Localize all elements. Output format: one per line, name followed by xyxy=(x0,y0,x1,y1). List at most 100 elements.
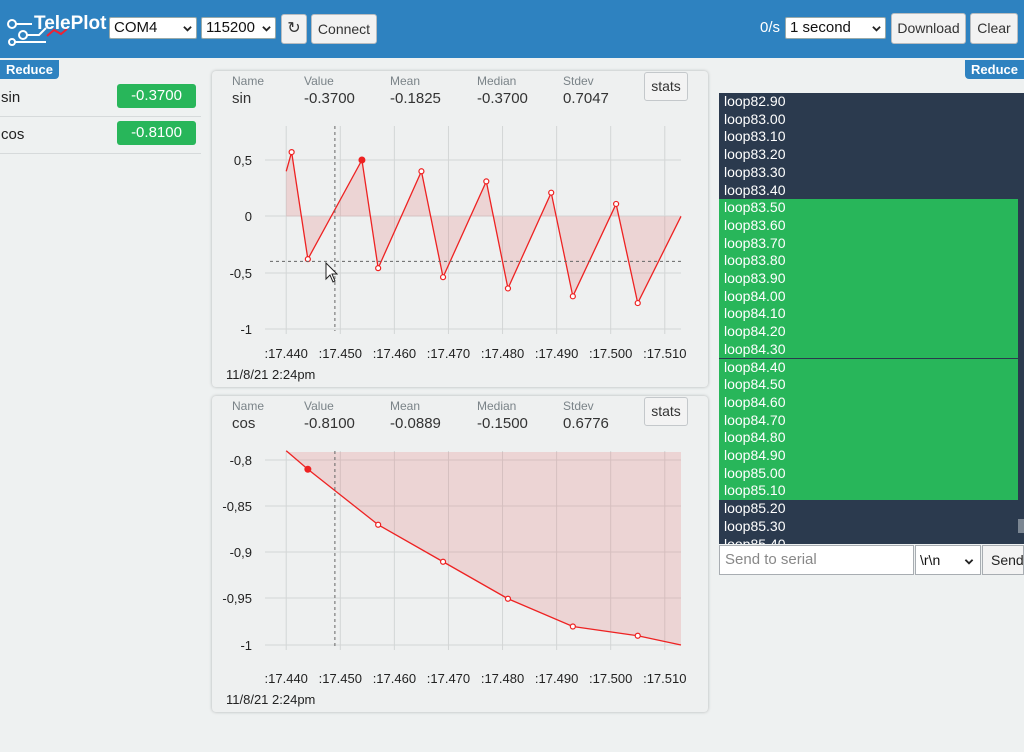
data-point xyxy=(634,632,641,639)
console-line: loop85.10 xyxy=(719,482,1018,501)
data-point xyxy=(288,149,295,156)
chevron-down-icon xyxy=(183,26,192,32)
y-tick-label: 0,5 xyxy=(234,153,252,168)
data-point xyxy=(418,168,425,175)
port-value: COM4 xyxy=(114,19,158,36)
data-point xyxy=(375,265,382,272)
x-tick-label: :17.460 xyxy=(373,346,416,361)
data-point xyxy=(439,558,447,565)
port-select[interactable]: COM4 xyxy=(109,17,197,39)
refresh-icon: ↻ xyxy=(287,20,301,37)
top-bar: TelePlot COM4 115200 ↻ Connect 0/s 1 sec… xyxy=(0,0,1024,58)
console-line: loop83.70 xyxy=(719,234,1018,253)
chevron-down-icon xyxy=(964,559,974,565)
y-tick-label: -0,9 xyxy=(230,545,252,560)
y-tick-label: -1 xyxy=(240,638,252,653)
download-button[interactable]: Download xyxy=(891,13,966,44)
console-line: loop83.40 xyxy=(724,181,786,198)
refresh-button[interactable]: ↻ xyxy=(281,14,307,44)
line-ending-value: \r\n xyxy=(920,552,941,568)
console-line: loop84.50 xyxy=(719,376,1018,394)
logo-text: TelePlot xyxy=(34,13,107,34)
x-tick-label: :17.510 xyxy=(643,671,686,686)
interval-value: 1 second xyxy=(790,19,851,36)
console-line: loop83.60 xyxy=(719,216,1018,235)
data-point xyxy=(375,521,382,528)
console-line: loop82.90 xyxy=(724,93,786,109)
x-tick-label: :17.480 xyxy=(481,671,524,686)
chevron-down-icon xyxy=(262,26,271,32)
variable-row-sin[interactable]: sin -0.3700 xyxy=(0,80,201,117)
series-area xyxy=(286,450,681,645)
message-rate: 0/s xyxy=(760,19,781,36)
console-line: loop83.20 xyxy=(724,146,786,163)
console-line: loop84.20 xyxy=(719,323,1018,341)
line-ending-select[interactable]: \r\n xyxy=(915,545,981,575)
console-line: loop83.10 xyxy=(724,128,786,145)
series-line xyxy=(285,151,682,306)
variable-row-cos[interactable]: cos -0.8100 xyxy=(0,117,201,154)
x-tick-label: :17.450 xyxy=(319,346,362,361)
chart-panel-sin: Name Value Mean Median Stdev sin -0.3700… xyxy=(212,71,708,387)
console-line: loop84.00 xyxy=(719,287,1018,306)
console-line: loop85.20 xyxy=(724,500,786,517)
console-line: loop84.30 xyxy=(719,340,1018,359)
console-line: loop83.30 xyxy=(724,163,786,180)
y-tick-label: 0 xyxy=(245,209,252,224)
console-line: loop83.80 xyxy=(719,252,1018,270)
y-tick-label: -1 xyxy=(240,322,252,337)
y-tick-label: -0,85 xyxy=(222,499,252,514)
cos-chart[interactable]: :17.440 :17.450 :17.460 :17.470 :17.480 :17.4… xyxy=(212,396,708,692)
baud-select[interactable]: 115200 xyxy=(201,17,276,39)
data-point xyxy=(548,189,555,196)
x-tick-label: :17.510 xyxy=(643,346,686,361)
console-line: loop83.90 xyxy=(719,270,1018,288)
clear-button[interactable]: Clear xyxy=(970,13,1018,44)
data-point xyxy=(569,293,576,300)
data-point xyxy=(569,623,576,630)
sin-chart[interactable]: :17.440:17.450:17.460:17.470:17.480:17.4… xyxy=(212,71,708,367)
data-point xyxy=(504,595,512,602)
variable-name: cos xyxy=(1,126,25,143)
chart-panel-cos: Name Value Mean Median Stdev cos -0.8100… xyxy=(212,396,708,712)
console-line: loop84.80 xyxy=(719,429,1018,447)
x-tick-label: :17.440 xyxy=(265,346,308,361)
console-line: loop83.50 xyxy=(719,199,1018,217)
baud-value: 115200 xyxy=(206,19,255,36)
chart-date: 11/8/21 2:24pm xyxy=(226,367,316,382)
mouse-cursor-icon xyxy=(325,262,339,283)
x-tick-label: :17.470 xyxy=(427,671,470,686)
y-tick-label: -0,5 xyxy=(230,266,252,281)
data-point xyxy=(634,299,641,307)
data-point xyxy=(304,256,311,263)
data-point xyxy=(439,274,447,281)
serial-console[interactable]: loop85.40 loop85.30 loop85.20 loop85.10 loop… xyxy=(719,93,1024,544)
x-tick-label: :17.440 xyxy=(265,671,308,686)
console-line: loop84.70 xyxy=(719,411,1018,430)
send-input[interactable]: Send to serial xyxy=(719,545,914,575)
right-reduce-button[interactable]: Reduce xyxy=(965,60,1024,79)
console-line: loop84.60 xyxy=(719,393,1018,412)
variable-name: sin xyxy=(1,89,21,106)
y-tick-label: -0,8 xyxy=(230,453,252,468)
console-scrollbar[interactable] xyxy=(1018,519,1024,533)
interval-select[interactable]: 1 second xyxy=(785,17,886,39)
x-tick-label: :17.490 xyxy=(535,671,578,686)
variable-value-badge: -0.8100 xyxy=(117,121,196,145)
highlighted-point xyxy=(358,156,366,164)
left-reduce-button[interactable]: Reduce xyxy=(0,60,59,79)
data-point xyxy=(504,285,512,292)
send-button[interactable]: Send xyxy=(982,545,1024,575)
x-tick-label: :17.460 xyxy=(373,671,416,686)
console-line: loop85.40 xyxy=(724,535,786,545)
connect-button[interactable]: Connect xyxy=(311,14,377,44)
chevron-down-icon xyxy=(872,26,881,32)
data-point xyxy=(613,200,620,208)
console-line: loop84.10 xyxy=(719,305,1018,324)
teleplot-logo: TelePlot xyxy=(7,13,107,46)
x-tick-label: :17.500 xyxy=(589,346,632,361)
console-line: loop84.90 xyxy=(719,447,1018,465)
x-tick-label: :17.450 xyxy=(319,671,362,686)
console-line: loop84.40 xyxy=(719,358,1018,377)
console-line: loop85.00 xyxy=(719,464,1018,483)
